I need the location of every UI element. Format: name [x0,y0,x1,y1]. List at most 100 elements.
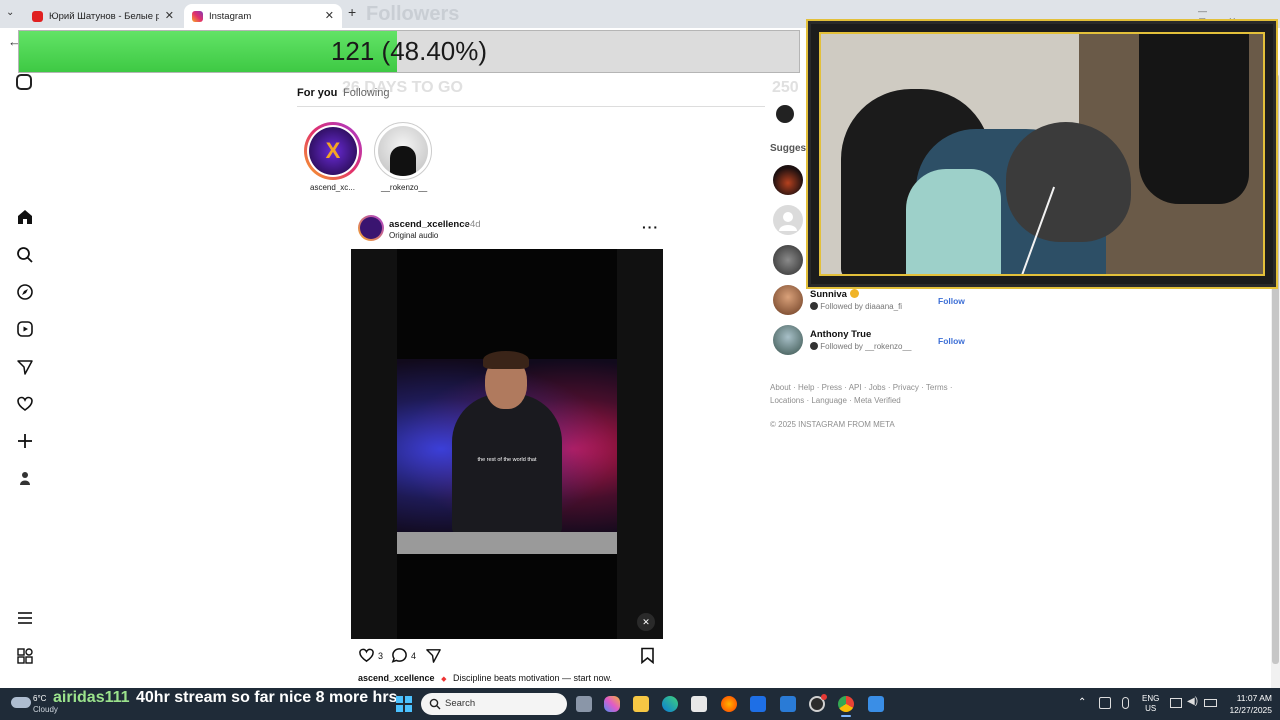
person-head [1006,122,1131,242]
mutual-avatar-icon [810,302,818,310]
create-plus-icon[interactable] [14,430,36,452]
app-icon[interactable] [780,696,796,712]
feed-tabs-divider [297,106,765,107]
suggestion-avatar[interactable] [773,285,803,315]
caption-username[interactable]: ascend_xcellence [358,673,435,683]
edge-icon[interactable] [662,696,678,712]
tab-following[interactable]: Following [343,87,389,99]
home-icon[interactable] [14,206,36,228]
file-explorer-icon[interactable] [633,696,649,712]
post-age-value: 4d [469,219,481,230]
chrome-icon[interactable] [838,696,854,712]
caption-text: Discipline beats motivation — start now. [452,673,613,683]
hanging-jacket [1139,34,1249,204]
firefox-icon[interactable] [721,696,737,712]
network-icon[interactable] [1099,697,1111,709]
app-icon[interactable] [868,696,884,712]
share-icon[interactable] [425,647,442,669]
mute-icon[interactable]: ✕ [637,613,655,631]
like-icon[interactable] [358,647,375,669]
notifications-heart-icon[interactable] [14,393,36,415]
weather-cloud-icon[interactable] [11,697,31,708]
comment-icon[interactable] [391,647,408,669]
reels-icon[interactable] [14,318,36,340]
clock[interactable]: 11:07 AM 12/27/2025 [1222,692,1272,716]
suggestion-avatar[interactable] [773,205,803,235]
dropbox-icon[interactable] [750,696,766,712]
windows-start-icon[interactable] [396,696,412,712]
messages-icon[interactable] [14,356,36,378]
clock-time: 11:07 AM [1236,693,1272,703]
caption-emoji-icon: ◆ [441,676,447,683]
more-menu-icon[interactable] [14,607,36,629]
profile-avatar-icon[interactable] [14,467,36,489]
suggestion-avatar[interactable] [773,245,803,275]
language-indicator[interactable]: ENG US [1142,694,1159,714]
obs-recording-dot [821,694,827,700]
footer-links[interactable]: About · Help · Press · API · Jobs · Priv… [770,383,953,392]
comment-count: 4 [411,651,417,661]
language-code: ENG [1142,694,1160,703]
task-view-icon[interactable] [576,696,592,712]
tab-youtube[interactable]: Юрий Шатунов - Белые розы ✕ [24,4,182,28]
current-user-avatar[interactable] [776,105,794,123]
close-tab-icon[interactable]: ✕ [325,9,334,22]
taskbar-search-box[interactable]: Search [421,693,567,715]
story-name: __rokenzo__ [381,183,428,192]
video-frame: the rest of the world that [397,249,617,639]
follow-button[interactable]: Follow [938,296,965,306]
story-name: ascend_xc... [310,183,355,192]
volume-icon[interactable]: ◀) [1187,696,1198,707]
person-sleeve [906,169,1001,274]
mutual-avatar-icon [810,342,818,350]
like-count: 3 [378,651,384,661]
follow-button[interactable]: Follow [938,336,965,346]
webcam-overlay [806,19,1278,289]
video-caption: the rest of the world that [477,457,537,463]
display-icon[interactable] [1170,698,1182,708]
tab-instagram[interactable]: Instagram ✕ [184,4,342,28]
suggestion-name[interactable]: Sunniva [810,289,847,300]
tab-youtube-label: Юрий Шатунов - Белые розы [49,10,159,22]
youtube-icon [32,10,43,22]
story-avatar-rokenzo[interactable] [374,122,432,180]
search-icon [429,697,441,715]
suggestion-sub-text: Followed by __rokenzo__ [820,342,912,351]
suggestion-avatar[interactable] [773,165,803,195]
tab-list-dropdown-icon[interactable]: ⌄ [6,7,14,18]
ticker-username: airidas111 [53,689,130,706]
post-video[interactable]: the rest of the world that ✕ [351,249,663,639]
instagram-logo-icon[interactable] [16,74,32,90]
explore-icon[interactable] [14,281,36,303]
post-username[interactable]: ascend_xcellence [389,219,470,230]
post-age: • 4d [464,219,481,230]
show-hidden-icons-icon[interactable]: ⌃ [1078,697,1086,708]
weather-temp: 6°C [33,694,47,703]
post-author-avatar[interactable] [358,215,384,241]
battery-icon[interactable] [1204,699,1217,707]
taskbar-search-placeholder: Search [445,698,476,709]
store-icon[interactable] [691,696,707,712]
goal-text: 250 [772,79,799,96]
suggestion-name-line: Sunniva [810,289,859,300]
suggestion-subtitle: Followed by __rokenzo__ [810,342,911,351]
desk [397,532,617,554]
suggestion-sub-text: Followed by diaaana_fi [820,302,903,311]
copilot-icon[interactable] [604,696,620,712]
followers-title: Followers [366,3,460,25]
suggestion-avatar[interactable] [773,325,803,355]
microphone-icon[interactable] [1122,697,1129,709]
search-icon[interactable] [14,244,36,266]
new-tab-button[interactable]: + [348,4,356,20]
post-options-icon[interactable]: ··· [642,219,659,235]
footer-links[interactable]: Locations · Language · Meta Verified [770,396,901,405]
save-bookmark-icon[interactable] [640,647,655,669]
also-from-meta-icon[interactable] [14,645,36,667]
region-code: US [1145,704,1157,713]
post-audio[interactable]: Original audio [389,231,438,240]
tab-for-you[interactable]: For you [297,87,337,99]
ticker-message: 40hr stream so far nice 8 more hrs [136,689,398,706]
close-tab-icon[interactable]: ✕ [165,9,174,22]
story-avatar-ascend[interactable]: X [304,122,362,180]
suggestion-name[interactable]: Anthony True [810,329,871,340]
